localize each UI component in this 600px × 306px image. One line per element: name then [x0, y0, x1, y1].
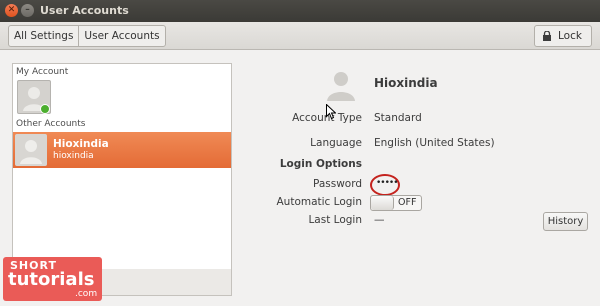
window-title: User Accounts — [40, 4, 129, 17]
close-icon[interactable]: ✕ — [5, 4, 18, 17]
last-login-label: Last Login — [308, 214, 362, 226]
other-accounts-label: Other Accounts — [16, 119, 86, 129]
lock-icon — [543, 31, 551, 41]
automatic-login-switch[interactable]: OFF — [370, 195, 422, 211]
password-dots: ••••• — [376, 178, 399, 188]
lock-button[interactable]: Lock — [534, 25, 592, 47]
switch-knob — [371, 196, 394, 210]
user-avatar-icon[interactable] — [326, 69, 356, 101]
toolbar: All Settings User Accounts Lock — [0, 22, 600, 50]
language-value[interactable]: English (United States) — [374, 137, 495, 149]
watermark-logo: SHORT tutorials .com — [3, 257, 102, 301]
my-account-label: My Account — [16, 67, 69, 77]
switch-state-label: OFF — [398, 197, 417, 208]
watermark-line2: tutorials — [8, 269, 95, 290]
online-status-dot — [40, 104, 50, 114]
title-bar: ✕ – User Accounts — [0, 0, 600, 22]
user-silhouette-icon — [20, 140, 42, 164]
user-avatar — [15, 134, 47, 166]
user-display-name: Hioxindia — [53, 138, 109, 150]
password-field[interactable]: ••••• — [370, 174, 400, 196]
user-login-name: hioxindia — [53, 151, 94, 161]
user-accounts-crumb[interactable]: User Accounts — [78, 26, 164, 46]
mouse-pointer-icon — [326, 104, 336, 120]
lock-label: Lock — [558, 30, 582, 42]
all-settings-button[interactable]: All Settings — [9, 26, 78, 46]
login-options-heading: Login Options — [279, 158, 362, 170]
user-name-heading[interactable]: Hioxindia — [374, 76, 438, 90]
account-type-value[interactable]: Standard — [374, 112, 422, 124]
password-label: Password — [312, 178, 362, 190]
language-label: Language — [310, 137, 362, 149]
minimize-icon[interactable]: – — [21, 4, 34, 17]
account-list: My Account Other Accounts Hioxindia hiox… — [12, 63, 232, 270]
user-row-hioxindia[interactable]: Hioxindia hioxindia — [13, 132, 231, 168]
automatic-login-label: Automatic Login — [276, 196, 362, 208]
watermark-line3: .com — [75, 289, 98, 299]
breadcrumb: All Settings User Accounts — [8, 25, 166, 47]
history-button[interactable]: History — [543, 212, 588, 231]
last-login-value: — — [374, 214, 385, 226]
